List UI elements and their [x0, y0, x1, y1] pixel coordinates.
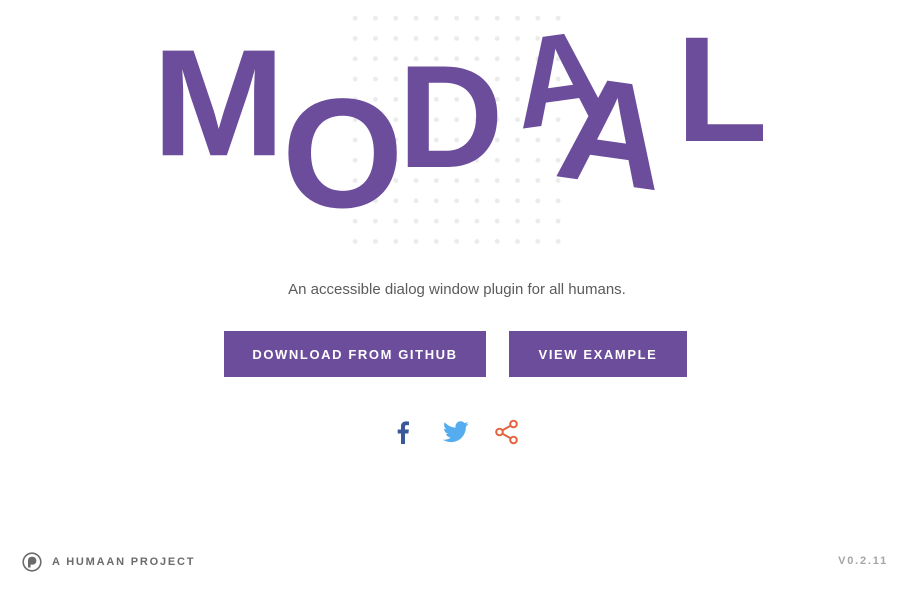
logo-letter-d: D — [398, 35, 504, 198]
share-icon — [495, 419, 518, 445]
footer-project-label: A HUMAAN PROJECT — [52, 556, 196, 568]
tagline: An accessible dialog window plugin for a… — [288, 281, 626, 298]
view-example-button[interactable]: VIEW EXAMPLE — [509, 331, 687, 377]
twitter-share-link[interactable] — [443, 419, 469, 445]
hero: M O D A A L — [0, 0, 914, 260]
twitter-icon — [443, 421, 469, 443]
logo-letter-l: L — [676, 5, 768, 173]
humaan-project-link[interactable]: A HUMAAN PROJECT — [22, 551, 195, 573]
logo-letter-m: M — [152, 17, 286, 188]
logo-letter-o: O — [282, 67, 404, 241]
facebook-share-link[interactable] — [390, 419, 416, 445]
share-link[interactable] — [494, 419, 520, 445]
humaan-logo-icon — [22, 552, 42, 572]
download-from-github-button[interactable]: DOWNLOAD FROM GITHUB — [224, 331, 486, 377]
facebook-icon — [397, 421, 409, 444]
logo-letter-a: A — [548, 44, 678, 223]
version-label: V0.2.11 — [838, 555, 888, 567]
